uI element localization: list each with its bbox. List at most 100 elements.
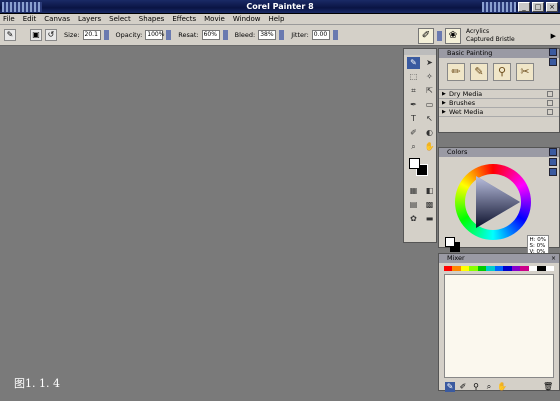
paint-bucket-icon[interactable]: ◐ <box>423 127 436 139</box>
paper-selector-icon[interactable]: ▦ <box>407 185 420 197</box>
size-slider-button[interactable] <box>103 30 109 40</box>
brush-selector-arrow-icon[interactable]: ▶ <box>551 32 556 40</box>
brush-icon[interactable]: ✎ <box>4 29 16 41</box>
mixer-color-chip[interactable] <box>537 266 546 271</box>
mixer-color-chip[interactable] <box>528 266 538 271</box>
colors-scroll-up-icon[interactable] <box>549 148 557 156</box>
drawer-label: Dry Media <box>449 90 483 98</box>
nozzle-selector-icon[interactable]: ✿ <box>407 213 420 225</box>
panel-close-icon[interactable]: × <box>551 254 556 263</box>
shape-selection-icon[interactable]: ↖ <box>423 113 436 125</box>
main-color-chip[interactable] <box>445 237 455 247</box>
mixer-color-chip[interactable] <box>486 266 495 271</box>
colors-panel-title: Colors <box>447 148 468 156</box>
drawer-checkbox[interactable] <box>547 100 553 106</box>
panel-scroll-down-icon[interactable] <box>549 58 557 66</box>
look-selector-icon[interactable]: ▬ <box>423 213 436 225</box>
opacity-field[interactable]: 100% <box>145 30 164 40</box>
sample-color-icon[interactable]: ⚲ <box>471 382 481 392</box>
mixer-panel-header[interactable]: Mixer × <box>439 254 559 263</box>
menu-bar: File Edit Canvas Layers Select Shapes Ef… <box>0 14 560 25</box>
opacity-slider-button[interactable] <box>166 30 172 40</box>
jitter-slider-button[interactable] <box>332 30 338 40</box>
mixer-color-chip[interactable] <box>452 266 461 271</box>
rectangular-selection-icon[interactable]: ⬚ <box>407 71 420 83</box>
pattern-selector-icon[interactable]: ▤ <box>407 199 420 211</box>
layer-adjuster-icon[interactable]: ➤ <box>423 57 436 69</box>
menu-edit[interactable]: Edit <box>23 15 37 23</box>
clear-mixer-icon[interactable]: 🗑 <box>543 382 553 392</box>
mixer-zoom-icon[interactable]: ⌕ <box>484 382 494 392</box>
minimize-button[interactable]: _ <box>518 2 530 12</box>
brush-variant-icon[interactable]: ❀ <box>445 27 461 44</box>
main-color-swatch[interactable] <box>409 158 420 169</box>
pencil-brush-icon[interactable]: ✏ <box>447 63 465 81</box>
maximize-button[interactable]: □ <box>532 2 544 12</box>
mixer-pan-icon[interactable]: ✋ <box>497 382 507 392</box>
resat-slider-button[interactable] <box>222 30 228 40</box>
pen-icon[interactable]: ✒ <box>407 99 420 111</box>
menu-shapes[interactable]: Shapes <box>139 15 165 23</box>
colors-scroll-down-icon[interactable] <box>549 158 557 166</box>
color-swatches[interactable] <box>408 158 432 180</box>
drawer-brushes[interactable]: ▶ Brushes <box>439 99 559 108</box>
color-picker: H: 0% S: 0% V: 0% <box>439 157 559 257</box>
palette-knife-icon[interactable]: ⚲ <box>493 63 511 81</box>
brush-settings-icon[interactable]: ▣ <box>30 29 42 41</box>
dirty-brush-icon[interactable]: ✎ <box>445 382 455 392</box>
jitter-label: Jitter: <box>291 31 309 39</box>
size-field[interactable]: 20.1 <box>82 30 101 40</box>
drawer-checkbox[interactable] <box>547 91 553 97</box>
resat-field[interactable]: 60% <box>201 30 220 40</box>
colors-panel-header[interactable]: Colors × <box>439 148 559 157</box>
weave-selector-icon[interactable]: ▩ <box>423 199 436 211</box>
bleed-slider-button[interactable] <box>279 30 285 40</box>
brush-selector[interactable]: ✐ ❀ Acrylics Captured Bristle ▶ <box>418 26 560 45</box>
menu-help[interactable]: Help <box>268 15 284 23</box>
brush-category-icon[interactable]: ✐ <box>418 27 434 44</box>
menu-file[interactable]: File <box>3 15 15 23</box>
oil-brush-icon[interactable]: ✎ <box>470 63 488 81</box>
drawer-checkbox[interactable] <box>547 109 553 115</box>
mixer-color-chip[interactable] <box>503 266 512 271</box>
brushes-panel-header[interactable]: Basic Painting × <box>439 49 559 58</box>
menu-movie[interactable]: Movie <box>204 15 225 23</box>
jitter-field[interactable]: 0.00 <box>311 30 330 40</box>
colors-option-icon[interactable] <box>549 168 557 176</box>
mixer-color-chip[interactable] <box>511 266 521 271</box>
menu-layers[interactable]: Layers <box>78 15 101 23</box>
mixer-pad[interactable] <box>444 274 554 378</box>
panel-scroll-up-icon[interactable] <box>549 48 557 56</box>
gradient-selector-icon[interactable]: ◧ <box>423 185 436 197</box>
close-button[interactable]: × <box>546 2 558 12</box>
resat-label: Resat: <box>178 31 199 39</box>
mixer-color-chip[interactable] <box>477 266 487 271</box>
selection-adjuster-icon[interactable]: ⇱ <box>423 85 436 97</box>
color-swatch-pair[interactable] <box>445 237 461 253</box>
magnifier-icon[interactable]: ⌕ <box>407 141 420 153</box>
text-icon[interactable]: T <box>407 113 420 125</box>
mixer-color-chip[interactable] <box>545 266 555 271</box>
menu-canvas[interactable]: Canvas <box>44 15 70 23</box>
brush-tool-icon[interactable]: ✎ <box>407 57 420 69</box>
menu-window[interactable]: Window <box>233 15 261 23</box>
mixer-color-chip[interactable] <box>460 266 470 271</box>
reset-tool-icon[interactable]: ↺ <box>45 29 57 41</box>
mixer-color-chip[interactable] <box>494 266 504 271</box>
mixer-color-chip[interactable] <box>520 266 529 271</box>
apply-color-icon[interactable]: ✐ <box>458 382 468 392</box>
bleed-field[interactable]: 38% <box>258 30 277 40</box>
mixer-color-chip[interactable] <box>469 266 478 271</box>
brush-category-dropdown[interactable] <box>437 30 442 41</box>
crop-icon[interactable]: ⌗ <box>407 85 420 97</box>
mixer-color-chip[interactable] <box>444 266 453 271</box>
grabber-icon[interactable]: ✋ <box>423 141 436 153</box>
menu-effects[interactable]: Effects <box>172 15 196 23</box>
dropper-icon[interactable]: ✐ <box>407 127 420 139</box>
menu-select[interactable]: Select <box>109 15 131 23</box>
magic-wand-icon[interactable]: ✧ <box>423 71 436 83</box>
eraser-brush-icon[interactable]: ✂ <box>516 63 534 81</box>
rectangle-shape-icon[interactable]: ▭ <box>423 99 436 111</box>
drawer-dry-media[interactable]: ▶ Dry Media <box>439 90 559 99</box>
drawer-wet-media[interactable]: ▶ Wet Media <box>439 108 559 117</box>
